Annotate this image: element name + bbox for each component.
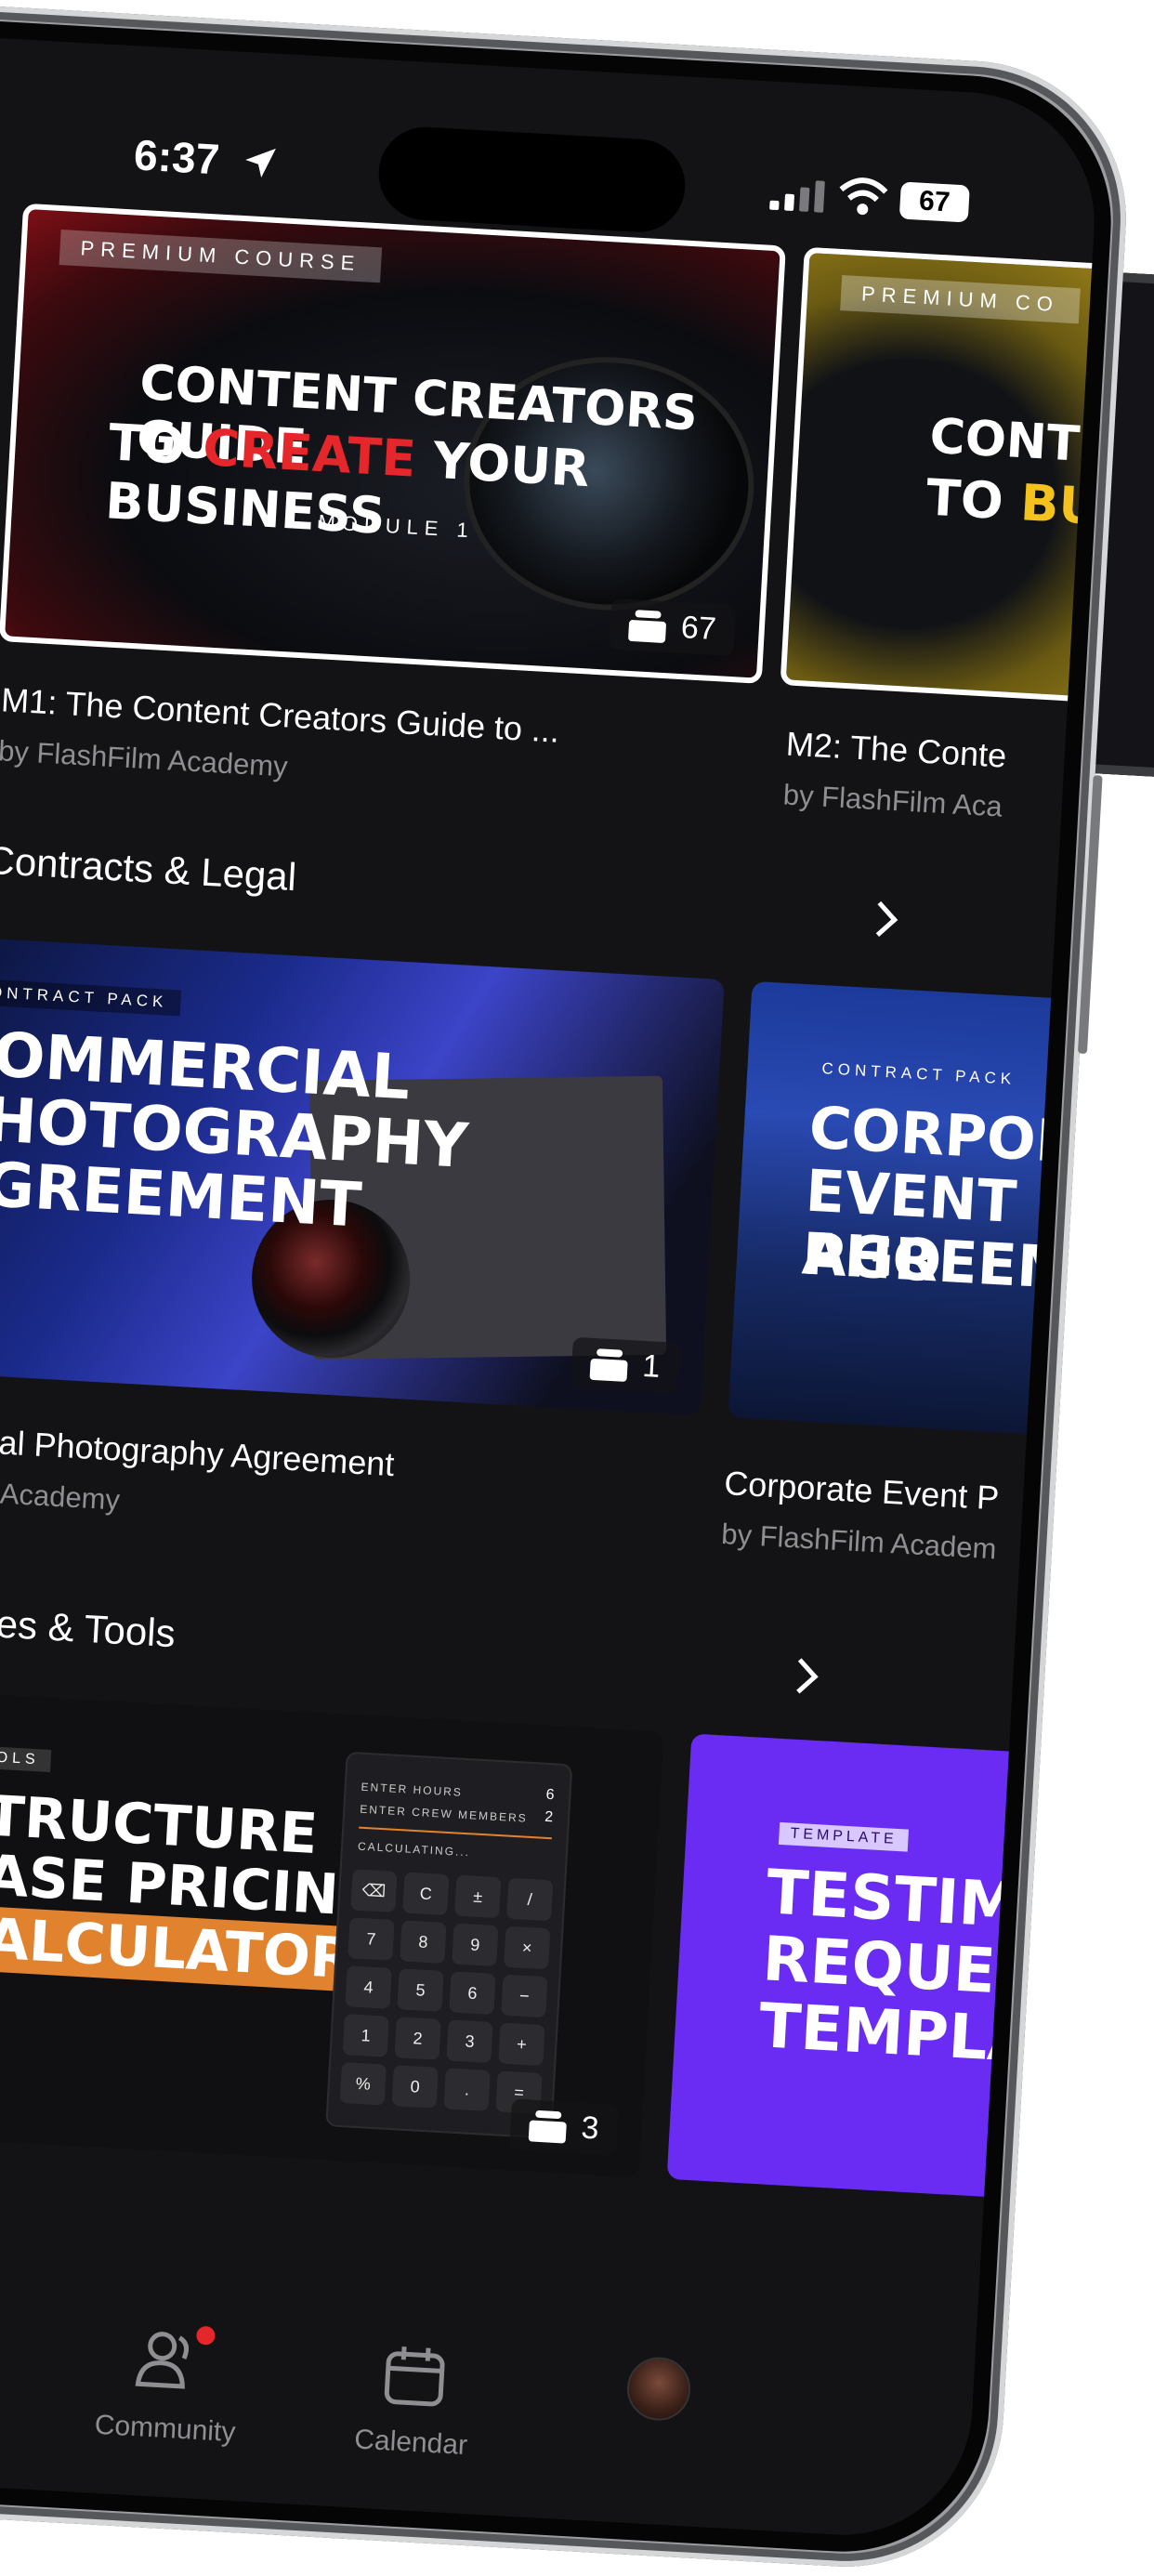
status-time: 6:37: [132, 130, 221, 184]
templates-chevron-right-icon[interactable]: [782, 1658, 819, 1694]
tools-badge: TOOLS: [0, 1744, 52, 1772]
tool-count-value: 3: [580, 2109, 600, 2147]
section-title-templates: emplates & Tools: [0, 1595, 177, 1656]
calc-key: ×: [504, 1925, 551, 1970]
course-title-2[interactable]: M2: The Conte: [785, 725, 1007, 776]
contract-title-1[interactable]: mmercial Photography Agreement: [0, 1417, 396, 1484]
lesson-count-value: 67: [679, 610, 717, 648]
calc-key: C: [402, 1872, 450, 1916]
tool-count: 3: [509, 2098, 619, 2156]
tab-label-calendar: Calendar: [353, 2424, 468, 2462]
calendar-icon: [384, 2346, 445, 2407]
location-arrow-icon: [245, 148, 276, 177]
course-author-2: by FlashFilm Aca: [781, 778, 1003, 823]
tab-community[interactable]: Community: [72, 2316, 268, 2493]
calc-key: 1: [342, 2014, 389, 2057]
tab-calendar[interactable]: Calendar: [323, 2330, 518, 2507]
profile-avatar[interactable]: [625, 2355, 692, 2423]
calc-key: +: [498, 2022, 545, 2067]
calc-key: 4: [345, 1965, 392, 2009]
wifi-icon: [839, 177, 888, 216]
course-headline-line2: TO BUI: [925, 468, 1101, 537]
premium-badge: PREMIUM COURSE: [59, 230, 383, 283]
phone: 6:37 67 PREMIUM COURSE CONTENT CREATORS …: [0, 0, 1135, 2576]
stack-icon: [628, 609, 667, 643]
stack-icon: [589, 1347, 629, 1382]
contracts-chevron-right-icon[interactable]: [862, 900, 898, 937]
stack-icon: [528, 2109, 568, 2144]
contract-card-1[interactable]: CONTRACT PACK COMMERCIAL PHOTOGRAPHY AGR…: [0, 934, 725, 1416]
screen: 6:37 67 PREMIUM COURSE CONTENT CREATORS …: [0, 29, 1102, 2543]
calc-key: 2: [394, 2017, 441, 2060]
course-card-2[interactable]: PREMIUM CO CONTEI TO BUI: [780, 246, 1102, 707]
section-title-contracts: Contracts & Legal: [0, 837, 298, 900]
calc-key: .: [443, 2068, 491, 2111]
calc-key: 8: [400, 1920, 447, 1964]
calc-key: −: [501, 1974, 548, 2018]
calc-key: ⌫: [350, 1869, 398, 1912]
course-headline-to: TO: [925, 467, 1023, 532]
contract-author-2: by FlashFilm Academ: [720, 1517, 998, 1566]
item-count-value: 1: [641, 1347, 662, 1385]
contract-badge: CONTRACT PACK: [0, 978, 182, 1017]
calc-key: /: [505, 1877, 554, 1922]
calc-divider: [359, 1826, 552, 1840]
premium-badge: PREMIUM CO: [840, 275, 1081, 324]
calc-keypad: ⌫ C ±/7 8 9 × 4 5 6−1 2 3 +% 0. =: [339, 1869, 554, 2114]
calc-key: 9: [452, 1923, 499, 1967]
calc-row2-label: ENTER CREW MEMBERS: [359, 1802, 529, 1825]
course-headline-line1: CONTEI: [928, 408, 1102, 476]
tab-browse[interactable]: owse: [0, 2303, 8, 2478]
item-count: 1: [570, 1336, 680, 1395]
calculator-mock: ENTER HOURS 6 ENTER CREW MEMBERS 2 CALCU…: [325, 1751, 573, 2139]
battery-icon: 67: [898, 181, 970, 223]
calc-key: 7: [348, 1917, 395, 1961]
calc-row1-value: 6: [545, 1786, 555, 1804]
contract-author-1: lashFilm Academy: [0, 1471, 121, 1517]
calc-key: ±: [454, 1874, 502, 1919]
calc-key: 6: [449, 1971, 496, 2016]
battery-level: 67: [918, 185, 951, 218]
calc-row2-value: 2: [544, 1808, 554, 1826]
dynamic-island: [375, 125, 688, 235]
tool-card-1[interactable]: TOOLS STRUCTURE BASE PRICING CALCULATOR …: [0, 1688, 664, 2178]
lesson-count: 67: [609, 598, 737, 657]
calc-key: 0: [391, 2065, 439, 2109]
signal-icon: [769, 180, 825, 213]
community-icon: [135, 2332, 190, 2389]
course-author-1: by FlashFilm Academy: [0, 734, 289, 783]
contract-badge: CONTRACT PACK: [821, 1059, 1016, 1088]
calc-key: 5: [397, 1968, 444, 2012]
notification-dot: [195, 2325, 216, 2346]
calc-row1-label: ENTER HOURS: [361, 1780, 464, 1799]
template-badge: TEMPLATE: [778, 1821, 910, 1852]
calc-key: 3: [446, 2019, 493, 2063]
calc-status: CALCULATING...: [357, 1839, 471, 1860]
contract-title-2[interactable]: Corporate Event P: [723, 1464, 1000, 1518]
course-headline-to: TO: [107, 413, 205, 477]
course-card-1[interactable]: PREMIUM COURSE CONTENT CREATORS GUIDE TO…: [0, 203, 786, 684]
tab-label-community: Community: [93, 2409, 237, 2449]
calc-key: %: [339, 2062, 387, 2106]
